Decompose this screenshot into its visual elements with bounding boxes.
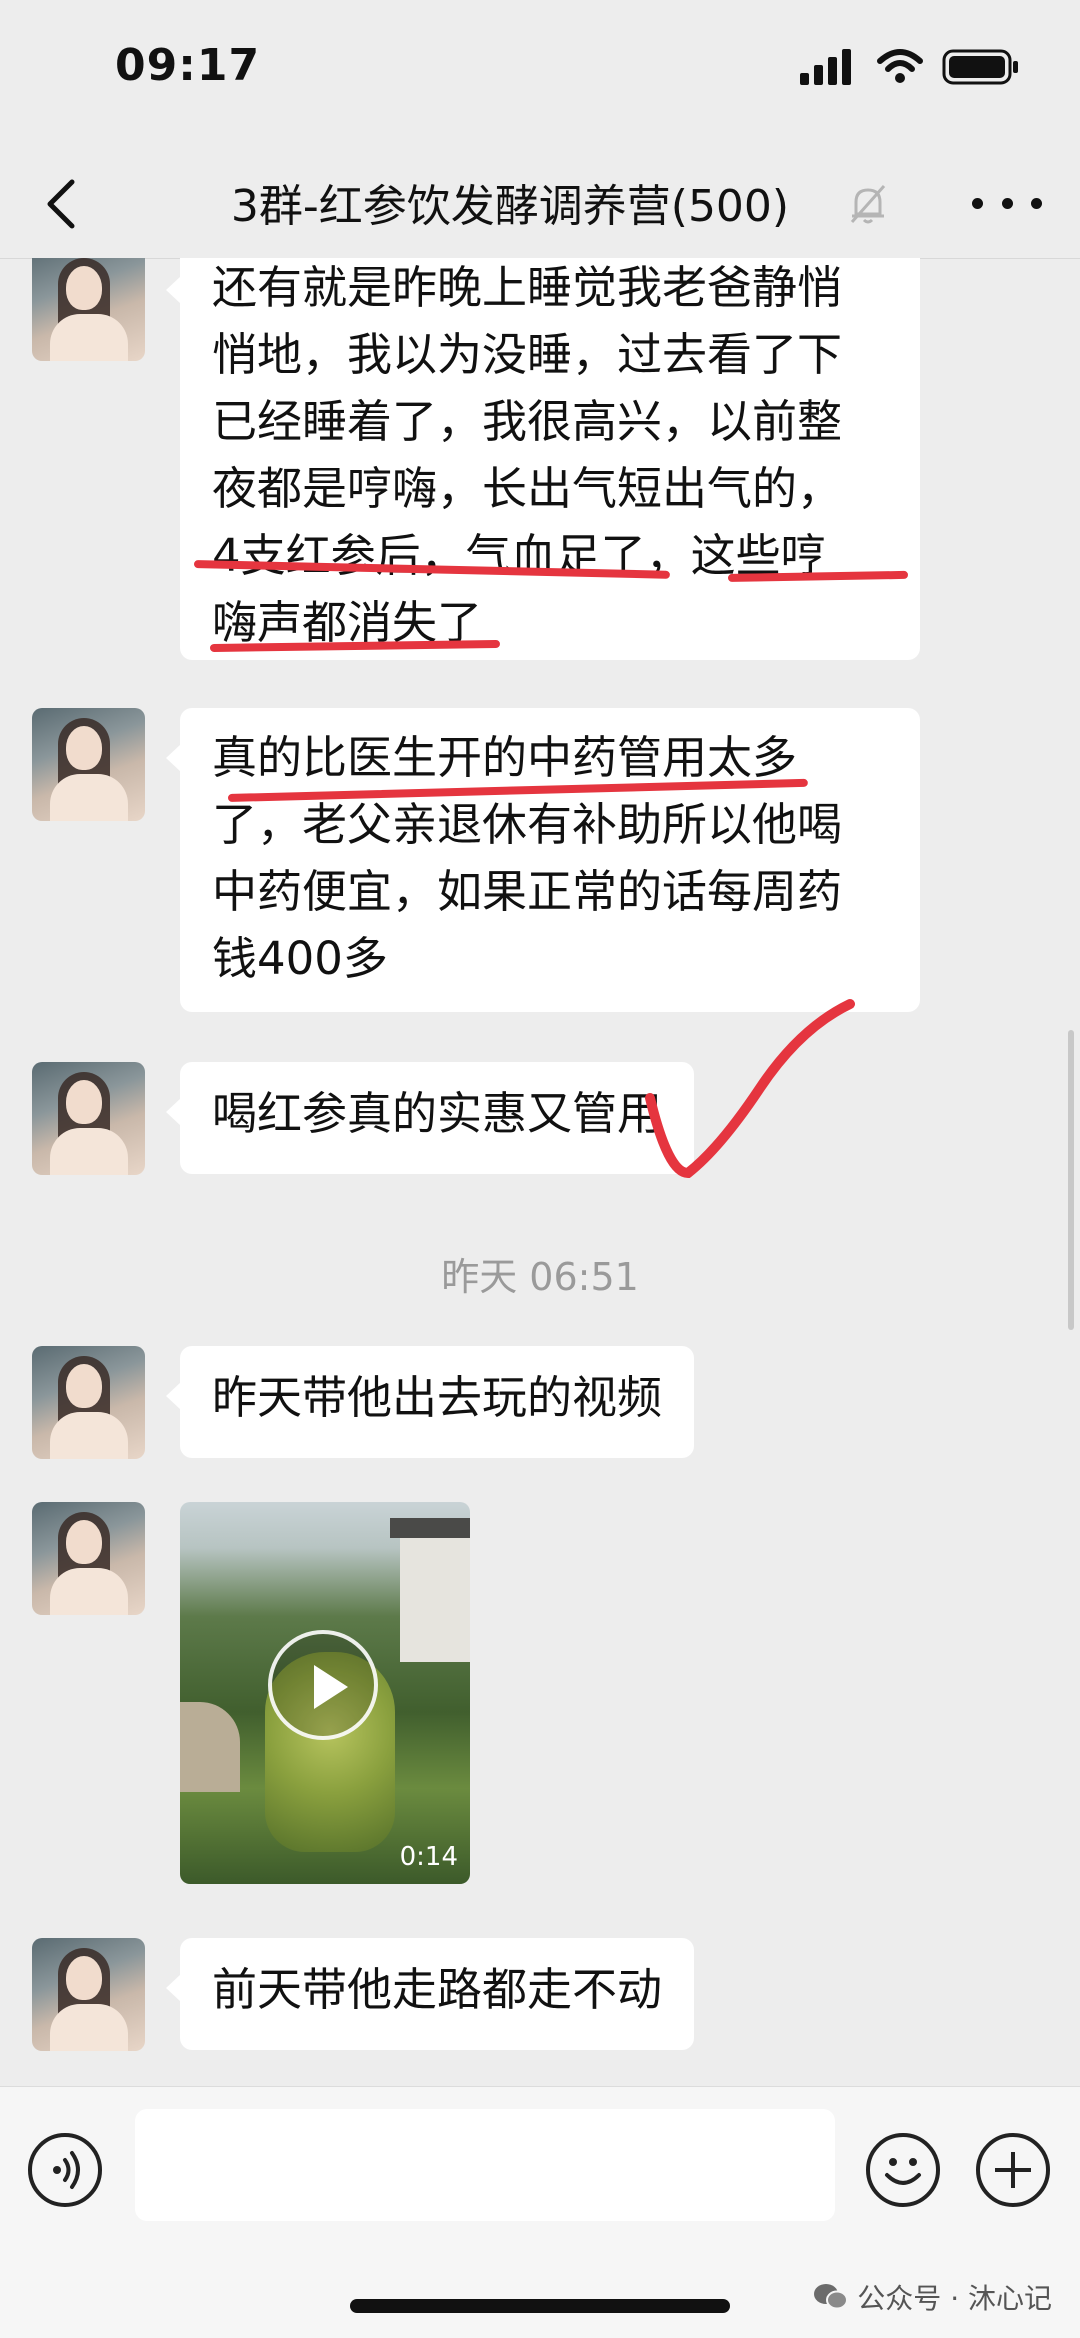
text-message-bubble[interactable]: 喝红参真的实惠又管用 bbox=[165, 1062, 695, 1174]
message-line: 中药便宜，如果正常的话每周药 bbox=[212, 865, 843, 918]
avatar[interactable] bbox=[32, 258, 145, 361]
message-line: 悄地，我以为没睡，过去看了下 bbox=[212, 328, 843, 381]
mute-bell-icon bbox=[848, 182, 888, 230]
chat-title: 3群-红参饮发酵调养营(500) bbox=[230, 181, 790, 232]
home-indicator[interactable] bbox=[350, 2299, 730, 2313]
message-line: 还有就是昨晚上睡觉我老爸静悄 bbox=[212, 261, 843, 314]
message-line: 已经睡着了，我很高兴，以前整 bbox=[212, 395, 843, 448]
back-button[interactable] bbox=[38, 174, 88, 234]
avatar[interactable] bbox=[32, 1346, 145, 1459]
wifi-icon bbox=[877, 49, 923, 83]
add-attachment-button[interactable] bbox=[976, 2133, 1050, 2207]
input-bar: 公众号 · 沐心记 bbox=[0, 2086, 1080, 2338]
more-dot-icon bbox=[972, 197, 983, 209]
message-timestamp: 昨天 06:51 bbox=[441, 1255, 639, 1299]
status-time: 09:17 bbox=[115, 40, 261, 91]
message-line: 了，老父亲退休有补助所以他喝 bbox=[212, 798, 843, 851]
status-icons bbox=[798, 48, 1020, 86]
text-message-bubble[interactable]: 还有就是昨晚上睡觉我老爸静悄 悄地，我以为没睡，过去看了下 已经睡着了，我很高兴… bbox=[166, 258, 920, 660]
avatar[interactable] bbox=[32, 1938, 145, 2051]
message-line: 夜都是哼嗨，长出气短出气的， bbox=[212, 462, 843, 515]
emoji-button[interactable] bbox=[866, 2133, 940, 2207]
chevron-left-icon bbox=[47, 179, 75, 229]
message-input[interactable] bbox=[135, 2109, 835, 2221]
avatar[interactable] bbox=[32, 1502, 145, 1615]
message-line: 钱400多 bbox=[212, 932, 388, 985]
chat-message-list[interactable]: 还有就是昨晚上睡觉我老爸静悄 悄地，我以为没睡，过去看了下 已经睡着了，我很高兴… bbox=[0, 258, 1080, 2086]
message-text: 前天带他走路都走不动 bbox=[212, 1963, 663, 2016]
message-text: 喝红参真的实惠又管用 bbox=[212, 1087, 663, 1140]
smiley-icon bbox=[885, 2158, 921, 2185]
video-duration: 0:14 bbox=[399, 1842, 458, 1872]
red-checkmark-annotation bbox=[645, 999, 855, 1179]
avatar[interactable] bbox=[32, 708, 145, 821]
more-dot-icon bbox=[1001, 197, 1013, 209]
text-message-bubble[interactable]: 真的比医生开的中药管用太多 了，老父亲退休有补助所以他喝 中药便宜，如果正常的话… bbox=[166, 708, 920, 1012]
text-message-bubble[interactable]: 昨天带他出去玩的视频 bbox=[165, 1346, 695, 1458]
avatar[interactable] bbox=[32, 1062, 145, 1175]
watermark: 公众号 · 沐心记 bbox=[813, 2277, 1052, 2317]
video-message-thumbnail[interactable]: 0:14 bbox=[180, 1502, 470, 1884]
message-text: 昨天带他出去玩的视频 bbox=[212, 1371, 663, 1424]
wechat-logo-icon bbox=[814, 2284, 849, 2310]
voice-wave-icon bbox=[53, 2151, 80, 2189]
voice-input-button[interactable] bbox=[28, 2133, 102, 2207]
scrollbar-thumb[interactable] bbox=[1068, 1030, 1074, 1330]
status-bar: 09:17 bbox=[0, 0, 1080, 150]
play-icon[interactable] bbox=[268, 1630, 378, 1740]
watermark-text: 公众号 · 沐心记 bbox=[857, 2282, 1052, 2315]
cellular-signal-icon bbox=[800, 49, 851, 85]
more-options-button[interactable] bbox=[972, 178, 1042, 228]
battery-icon bbox=[942, 49, 1018, 85]
more-dot-icon bbox=[1031, 197, 1042, 209]
text-message-bubble[interactable]: 前天带他走路都走不动 bbox=[165, 1938, 695, 2050]
chat-header: 3群-红参饮发酵调养营(500) bbox=[0, 150, 1080, 259]
